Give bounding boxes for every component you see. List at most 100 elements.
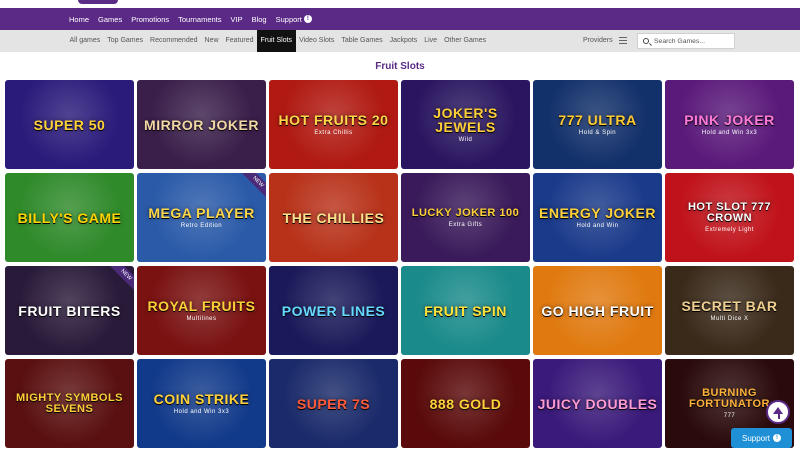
game-label-wrap: Royal Fruits Multilines [144, 299, 260, 322]
game-tile[interactable]: Fruit Spin [401, 266, 530, 355]
nav-support-label: Support [275, 14, 302, 24]
game-label-wrap: Secret Bar Multi Dice X [677, 299, 781, 322]
game-title: Mega Player [148, 205, 255, 221]
game-subtitle: Wild [458, 137, 473, 143]
game-label-wrap: 777 Ultra Hold & Spin [554, 113, 640, 136]
game-title: Energy Joker [539, 205, 656, 221]
support-chat-button[interactable]: Support ! [731, 428, 792, 448]
main-nav: Home Games Promotions Tournaments VIP Bl… [0, 8, 800, 30]
game-label-wrap: Coin Strike Hold and Win 3x3 [150, 392, 254, 415]
scroll-to-top-button[interactable] [766, 400, 790, 424]
new-badge: NEW [106, 266, 134, 295]
game-tile[interactable]: 888 Gold [401, 359, 530, 448]
game-tile[interactable]: The Chillies [269, 173, 398, 262]
game-title: Super 50 [33, 116, 106, 133]
tab-table-games[interactable]: Table Games [338, 30, 386, 52]
tab-recommended[interactable]: Recommended [147, 30, 201, 52]
top-strip [0, 0, 800, 8]
tab-new[interactable]: New [201, 30, 222, 52]
game-title: Fruit Biters [18, 302, 121, 319]
game-title: Secret Bar [681, 298, 778, 314]
tab-fruit-slots[interactable]: Fruit Slots [257, 30, 296, 52]
nav-home[interactable]: Home [69, 15, 89, 24]
tab-top-games[interactable]: Top Games [104, 30, 147, 52]
providers-dropdown[interactable]: Providers [583, 30, 613, 52]
game-tile[interactable]: Pink Joker Hold and Win 3x3 [665, 80, 794, 169]
menu-icon[interactable] [619, 37, 627, 44]
game-tile[interactable]: Secret Bar Multi Dice X [665, 266, 794, 355]
game-subtitle: Hold and Win 3x3 [173, 409, 230, 415]
game-tile[interactable]: Hot Slot 777 Crown Extremely Light [665, 173, 794, 262]
game-title: Mighty Symbols Sevens [15, 391, 124, 415]
tab-video-slots[interactable]: Video Slots [296, 30, 338, 52]
nav-vip[interactable]: VIP [231, 15, 243, 24]
tab-featured[interactable]: Featured [222, 30, 257, 52]
game-title: Pink Joker [684, 112, 775, 128]
game-tile[interactable]: Juicy Doubles [533, 359, 662, 448]
support-chat-badge: ! [773, 434, 782, 442]
game-tile[interactable]: Fruit Biters NEW [5, 266, 134, 355]
game-label-wrap: Hot Slot 777 Crown Extremely Light [665, 201, 794, 234]
game-tile[interactable]: Royal Fruits Multilines [137, 266, 266, 355]
nav-promotions[interactable]: Promotions [131, 15, 169, 24]
game-title: The Chillies [282, 209, 385, 226]
game-subtitle: Hold & Spin [578, 130, 617, 136]
game-tile[interactable]: 777 Ultra Hold & Spin [533, 80, 662, 169]
game-subtitle: Multilines [186, 316, 217, 322]
game-title: Power Lines [281, 302, 386, 319]
new-badge: NEW [238, 173, 266, 202]
game-title: Royal Fruits [147, 298, 256, 314]
game-tile[interactable]: Lucky Joker 100 Extra Gifts [401, 173, 530, 262]
game-subtitle: Retro Edition [180, 223, 223, 229]
game-subtitle: Extra Gifts [448, 221, 483, 228]
game-tile[interactable]: Mirror Joker [137, 80, 266, 169]
tab-jackpots[interactable]: Jackpots [386, 30, 421, 52]
game-tile[interactable]: Billy's Game [5, 173, 134, 262]
logo[interactable] [78, 0, 118, 4]
game-title: 777 Ultra [558, 112, 637, 128]
game-title: Super 7s [296, 395, 371, 412]
game-label-wrap: Joker's Jewels Wild [401, 106, 530, 143]
game-tile[interactable]: Coin Strike Hold and Win 3x3 [137, 359, 266, 448]
game-tile[interactable]: Hot Fruits 20 Extra Chillis [269, 80, 398, 169]
arrow-up-icon-stem [777, 413, 780, 419]
search-placeholder: Search Games... [654, 37, 705, 45]
nav-support-badge: ! [303, 15, 312, 23]
game-subtitle: Hold and Win [576, 223, 619, 229]
game-title: Coin Strike [153, 391, 250, 407]
game-title: Go High Fruit [541, 302, 654, 319]
game-title: 888 Gold [429, 395, 502, 412]
game-title: Hot Fruits 20 [278, 112, 389, 128]
game-title: Joker's Jewels [433, 105, 498, 135]
game-tile[interactable]: Power Lines [269, 266, 398, 355]
game-tile[interactable]: Super 50 [5, 80, 134, 169]
game-tile[interactable]: Energy Joker Hold and Win [533, 173, 662, 262]
game-title: Mirror Joker [144, 116, 259, 133]
game-title: Juicy Doubles [537, 395, 658, 412]
game-title: Hot Slot 777 Crown [687, 201, 772, 224]
game-tile[interactable]: Mighty Symbols Sevens [5, 359, 134, 448]
tab-all-games[interactable]: All games [66, 30, 104, 52]
game-title: Lucky Joker 100 [411, 206, 520, 219]
search-icon [643, 38, 649, 44]
tab-other-games[interactable]: Other Games [441, 30, 490, 52]
nav-tournaments[interactable]: Tournaments [178, 15, 221, 24]
game-title: Fruit Spin [424, 302, 507, 319]
game-tile[interactable]: Joker's Jewels Wild [401, 80, 530, 169]
game-tile[interactable]: Mega Player Retro Edition NEW [137, 173, 266, 262]
game-label-wrap: Pink Joker Hold and Win 3x3 [680, 113, 779, 136]
game-tile[interactable]: Go High Fruit [533, 266, 662, 355]
game-subtitle: Hold and Win 3x3 [701, 130, 758, 136]
category-nav: All games Top Games Recommended New Feat… [0, 30, 800, 52]
game-label-wrap: Mega Player Retro Edition [144, 206, 258, 229]
support-chat-label: Support [741, 433, 771, 443]
nav-blog[interactable]: Blog [252, 15, 267, 24]
tab-live[interactable]: Live [421, 30, 441, 52]
search-input[interactable]: Search Games... [637, 33, 735, 49]
game-label-wrap: Energy Joker Hold and Win [535, 206, 660, 229]
game-label-wrap: Hot Fruits 20 Extra Chillis [275, 113, 393, 136]
game-subtitle: Extremely Light [705, 227, 754, 233]
nav-games[interactable]: Games [98, 15, 122, 24]
game-tile[interactable]: Super 7s [269, 359, 398, 448]
nav-support[interactable]: Support ! [276, 15, 312, 24]
